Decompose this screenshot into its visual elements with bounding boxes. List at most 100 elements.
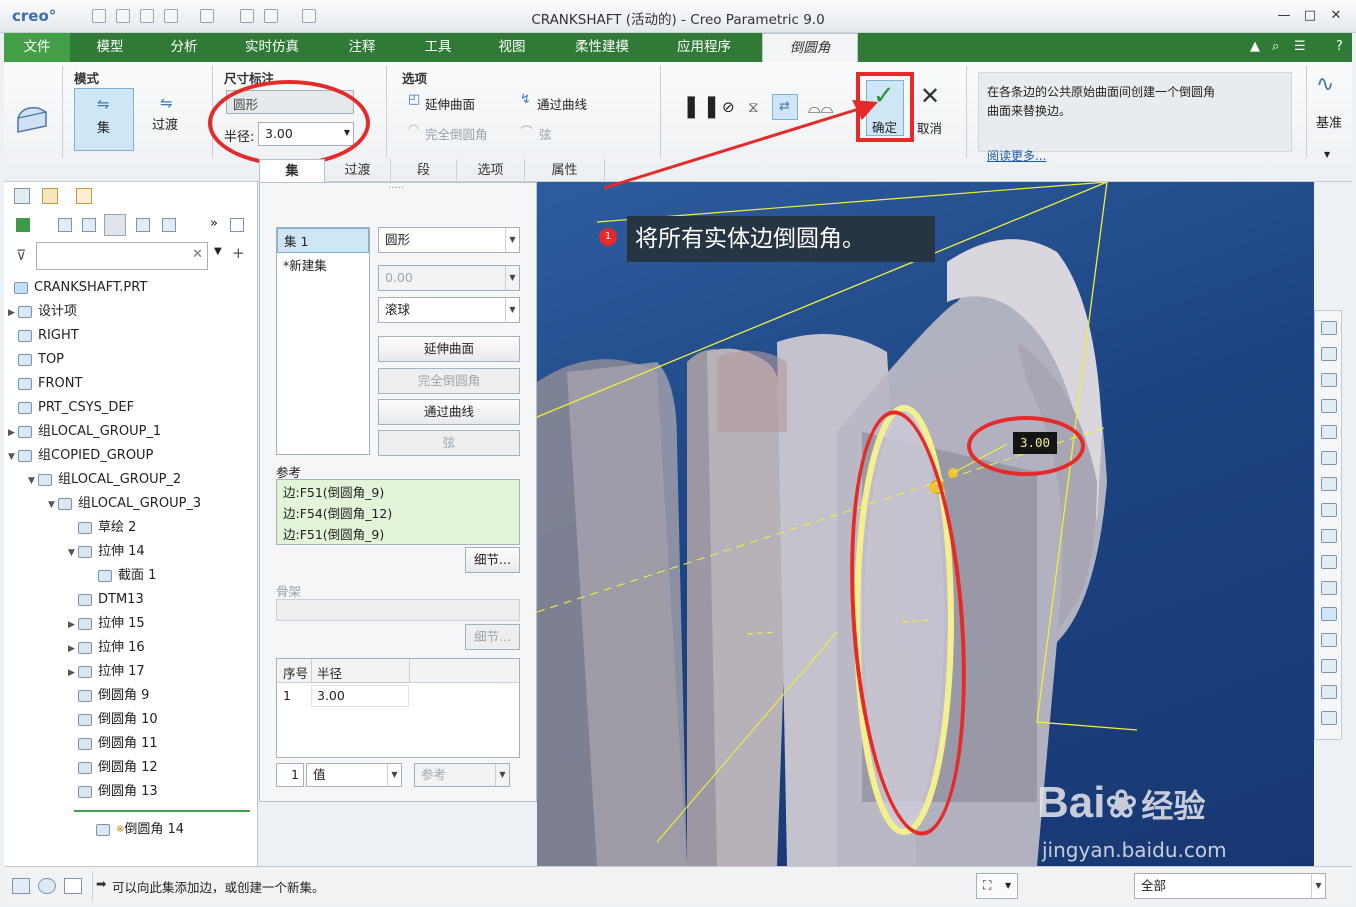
reference-item[interactable]: 边:F51(倒圆角_9) [283,482,513,503]
csys-display-icon[interactable] [1321,633,1337,647]
tree-item[interactable]: ▶ 设计项 [8,301,77,323]
table-row[interactable]: 1 3.00 [277,685,519,707]
tree-root[interactable]: CRANKSHAFT.PRT [14,277,147,299]
chord-option[interactable]: 弦 [539,124,552,143]
options-icon[interactable]: ☰ [1294,39,1306,54]
tree-item[interactable]: 草绘 2 [68,517,136,539]
navigator-toggle-icon[interactable] [12,878,30,894]
display-style-icon[interactable] [1321,451,1337,465]
subtab-segments[interactable]: 段 [391,159,457,182]
tree-layers-button[interactable] [104,214,126,236]
panel-grip[interactable]: ····· [388,183,404,194]
references-details-button[interactable]: 细节... [465,547,520,573]
new-set-item[interactable]: *新建集 [277,253,369,276]
value-dropdown-icon[interactable]: ▼ [505,266,519,290]
tree-item[interactable]: ▼ 组COPIED_GROUP [8,445,153,467]
tree-item[interactable]: TOP [8,349,64,371]
tree-item[interactable]: PRT_CSYS_DEF [8,397,134,419]
menu-file[interactable]: 文件 [4,33,70,62]
model-icon[interactable] [16,218,30,232]
read-more-link[interactable]: 阅读更多... [987,147,1046,164]
close-icon[interactable]: ✕ [1328,8,1344,24]
value-combo[interactable]: 0.00 ▼ [378,265,520,291]
datum-dropdown-icon[interactable]: ▼ [1324,150,1330,159]
set-item-1[interactable]: 集 1 [277,228,369,253]
folder-browser-icon[interactable] [42,188,58,204]
subtab-sets[interactable]: 集 [259,159,325,182]
menu-annotate[interactable]: 注释 [332,33,392,62]
search-icon[interactable]: ⌕ [1272,39,1279,54]
plane-display-icon[interactable] [1321,555,1337,569]
shape-combo[interactable]: 圆形 ▼ [378,227,520,253]
expand-toggle-icon[interactable]: ▼ [28,470,38,492]
spin-center-icon[interactable] [1321,685,1337,699]
show-icon[interactable] [162,218,176,232]
tree-item[interactable]: ▼ 拉伸 14 [68,541,145,563]
tree-item[interactable]: DTM13 [68,589,144,611]
refit-icon[interactable] [1321,321,1337,335]
reference-type-dropdown-icon[interactable]: ▼ [495,764,509,786]
references-list[interactable]: 边:F51(倒圆角_9) 边:F54(倒圆角_12) 边:F51(倒圆角_9) [276,479,520,545]
favorites-icon[interactable] [76,188,92,204]
tree-filter-icon[interactable] [136,218,150,232]
clear-search-icon[interactable]: ✕ [192,247,203,262]
menu-tools[interactable]: 工具 [408,33,468,62]
cancel-button[interactable]: ✕ 取消 [914,82,952,142]
annotation-display-icon[interactable] [1321,659,1337,673]
menu-analysis[interactable]: 分析 [154,33,214,62]
section-icon[interactable] [1321,529,1337,543]
menu-applications[interactable]: 应用程序 [664,33,744,62]
add-filter-icon[interactable]: + [232,244,245,262]
reference-type-combo[interactable]: 参考 ▼ [414,763,510,787]
full-round-option[interactable]: 完全倒圆角 [425,124,488,143]
menu-flexible-modeling[interactable]: 柔性建模 [562,33,642,62]
filter-icon[interactable]: ⊽ [16,248,26,264]
set-mode-button[interactable]: ⇋ 集 [74,88,134,151]
filter-dropdown-icon[interactable]: ▼ [1005,881,1011,890]
tree-item[interactable]: 截面 1 [88,565,156,587]
maximize-icon[interactable]: □ [1302,8,1318,24]
tree-item[interactable]: 倒圆角 12 [68,757,158,779]
tree-item[interactable]: 倒圆角 13 [68,781,158,803]
search-dropdown-icon[interactable]: ▼ [214,246,222,257]
expand-toggle-icon[interactable]: ▶ [8,422,18,444]
tree-item[interactable]: ▼ 组LOCAL_GROUP_3 [48,493,201,515]
sets-list[interactable]: 集 1 *新建集 [276,227,370,455]
tree-item[interactable]: FRONT [8,373,82,395]
through-curve-button[interactable]: 通过曲线 [378,399,520,425]
point-display-icon[interactable] [1321,607,1337,621]
notes-icon[interactable] [230,218,244,232]
menu-live-simulation[interactable]: 实时仿真 [232,33,312,62]
perspective-icon[interactable] [1321,503,1337,517]
full-round-button[interactable]: 完全倒圆角 [378,368,520,394]
method-combo[interactable]: 滚球 ▼ [378,297,520,323]
browser-toggle-icon[interactable] [38,878,56,894]
tab-round[interactable]: 倒圆角 [762,33,858,63]
axis-display-icon[interactable] [1321,581,1337,595]
ribbon-collapse-icon[interactable]: ▲ [1250,39,1260,54]
reference-item[interactable]: 边:F54(倒圆角_12) [283,503,513,524]
selection-filter-dropdown-icon[interactable]: ▼ [1311,874,1325,898]
extend-surfaces-button[interactable]: 延伸曲面 [378,336,520,362]
extend-surfaces-option[interactable]: 延伸曲面 [425,94,475,113]
reference-item[interactable]: 边:F51(倒圆角_9) [283,524,513,545]
subtab-options[interactable]: 选项 [457,159,525,182]
more-view-icon[interactable] [1321,711,1337,725]
tree-item[interactable]: ▶ 拉伸 16 [68,637,145,659]
tree-item[interactable]: ▶ 拉伸 15 [68,613,145,635]
view-manager-icon[interactable] [1321,425,1337,439]
tree-item[interactable]: ▶ 拉伸 17 [68,661,145,683]
expand-toggle-icon[interactable]: ▶ [68,638,78,660]
value-type-combo[interactable]: 值 ▼ [306,763,402,787]
fullscreen-icon[interactable] [64,878,82,894]
transition-mode-button[interactable]: ⇋ 过渡 [140,88,200,151]
tree-settings-icon[interactable] [58,218,72,232]
subtab-transitions[interactable]: 过渡 [325,159,391,182]
skeleton-details-button[interactable]: 细节... [465,624,520,650]
menu-model[interactable]: 模型 [80,33,140,62]
minimize-icon[interactable]: — [1276,8,1292,24]
tree-item[interactable]: 倒圆角 9 [68,685,149,707]
zoom-in-icon[interactable] [1321,347,1337,361]
expand-toggle-icon[interactable]: ▶ [68,614,78,636]
more-icon[interactable]: » [210,216,218,231]
